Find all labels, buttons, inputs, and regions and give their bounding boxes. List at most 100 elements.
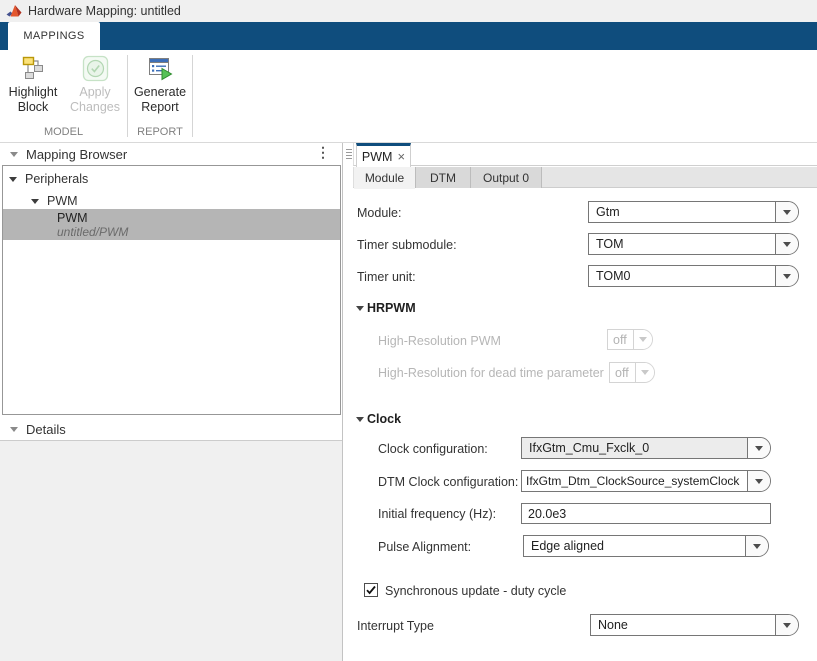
dropdown-arrow-icon[interactable] xyxy=(747,471,770,491)
pulse-alignment-dropdown[interactable]: Edge aligned xyxy=(523,535,769,557)
timer-unit-label: Timer unit: xyxy=(357,269,416,285)
clock-config-label: Clock configuration: xyxy=(378,441,488,457)
sync-update-checkbox[interactable] xyxy=(364,583,378,597)
hrpwm-section-header[interactable]: HRPWM xyxy=(356,300,416,316)
dropdown-arrow-icon[interactable] xyxy=(775,615,798,635)
document-tab-bar xyxy=(353,143,817,166)
tree-item-pwm-group-label: PWM xyxy=(47,194,78,208)
apply-changes-button[interactable]: Apply Changes xyxy=(66,55,124,127)
details-header: Details ⋮ xyxy=(0,418,342,440)
mapping-browser-panel: Mapping Browser ⋮ Peripherals PWM PWM un… xyxy=(0,143,343,661)
highlight-block-label-line1: Highlight xyxy=(4,85,62,100)
mapping-browser-header: Mapping Browser ⋮ xyxy=(0,143,342,165)
tab-output0-label: Output 0 xyxy=(483,171,529,185)
section-collapse-icon[interactable] xyxy=(356,417,364,422)
editor-panel: PWM × Module DTM Output 0 Module: Gtm Ti… xyxy=(353,143,817,661)
matlab-icon xyxy=(6,3,22,19)
clock-config-dropdown-value: IfxGtm_Cmu_Fxclk_0 xyxy=(522,438,747,458)
sync-update-label: Synchronous update - duty cycle xyxy=(385,583,566,599)
hr-dead-time-label: High-Resolution for dead time parameter xyxy=(378,365,604,381)
hardware-mapping-window: Hardware Mapping: untitled MAPPINGS High… xyxy=(0,0,817,661)
section-label-model: MODEL xyxy=(0,126,127,138)
tree-item-pwm-instance-name: PWM xyxy=(57,211,88,225)
tab-dtm-label: DTM xyxy=(430,171,456,185)
tree-item-pwm-group[interactable]: PWM xyxy=(3,192,340,210)
hr-pwm-label: High-Resolution PWM xyxy=(378,333,501,349)
module-label: Module: xyxy=(357,205,401,221)
hr-dead-time-dropdown: off xyxy=(609,362,655,383)
splitter-grip-icon[interactable] xyxy=(346,149,352,160)
dropdown-arrow-icon[interactable] xyxy=(775,202,798,222)
toolbar-divider xyxy=(127,55,128,137)
module-dropdown[interactable]: Gtm xyxy=(588,201,799,223)
hrpwm-section-title: HRPWM xyxy=(367,301,416,315)
highlight-block-label-line2: Block xyxy=(4,100,62,115)
timer-submodule-dropdown-value: TOM xyxy=(589,234,775,254)
interrupt-type-dropdown[interactable]: None xyxy=(590,614,799,636)
apply-changes-label-line2: Changes xyxy=(66,100,124,115)
timer-unit-dropdown[interactable]: TOM0 xyxy=(588,265,799,287)
section-label-report: REPORT xyxy=(128,126,192,138)
sub-tab-strip: Module DTM Output 0 xyxy=(353,167,817,188)
dropdown-arrow-icon xyxy=(635,363,654,382)
pulse-alignment-dropdown-value: Edge aligned xyxy=(524,536,745,556)
collapse-caret-icon[interactable] xyxy=(10,427,18,432)
tree-item-peripherals-label: Peripherals xyxy=(25,172,88,186)
timer-unit-dropdown-value: TOM0 xyxy=(589,266,775,286)
mapping-browser-tree: Peripherals PWM PWM untitled/PWM xyxy=(2,165,341,415)
tab-output0[interactable]: Output 0 xyxy=(470,167,542,188)
dropdown-arrow-icon[interactable] xyxy=(747,438,770,458)
module-dropdown-value: Gtm xyxy=(589,202,775,222)
tab-mappings[interactable]: MAPPINGS xyxy=(8,22,100,50)
title-bar: Hardware Mapping: untitled xyxy=(0,0,817,22)
dropdown-arrow-icon[interactable] xyxy=(775,234,798,254)
apply-changes-icon xyxy=(82,55,109,82)
generate-report-label-line1: Generate xyxy=(131,85,189,100)
close-icon[interactable]: × xyxy=(397,149,405,164)
section-collapse-icon[interactable] xyxy=(356,306,364,311)
tree-expand-icon[interactable] xyxy=(31,199,39,204)
dropdown-arrow-icon xyxy=(633,330,652,349)
highlight-block-icon xyxy=(20,55,47,82)
hr-pwm-dropdown-value: off xyxy=(608,330,633,349)
clock-section-title: Clock xyxy=(367,412,401,426)
tab-module-label: Module xyxy=(365,171,404,185)
tree-item-peripherals[interactable]: Peripherals xyxy=(3,170,340,188)
tree-item-pwm-instance[interactable]: PWM untitled/PWM xyxy=(3,209,340,240)
ribbon-tab-strip: MAPPINGS xyxy=(0,22,817,50)
dtm-clock-config-label: DTM Clock configuration: xyxy=(378,474,518,490)
interrupt-type-dropdown-value: None xyxy=(591,615,775,635)
generate-report-label-line2: Report xyxy=(131,100,189,115)
doc-tab-pwm[interactable]: PWM × xyxy=(356,143,411,167)
tree-item-pwm-instance-path: untitled/PWM xyxy=(57,225,128,239)
dropdown-arrow-icon[interactable] xyxy=(775,266,798,286)
generate-report-button[interactable]: Generate Report xyxy=(131,55,189,127)
apply-changes-label-line1: Apply xyxy=(66,85,124,100)
highlight-block-button[interactable]: Highlight Block xyxy=(4,55,62,127)
panel-splitter[interactable] xyxy=(344,143,353,661)
doc-tab-pwm-label: PWM xyxy=(362,150,393,164)
tab-module[interactable]: Module xyxy=(354,167,415,189)
tab-dtm[interactable]: DTM xyxy=(415,167,470,188)
interrupt-type-label: Interrupt Type xyxy=(357,618,434,634)
hr-dead-time-dropdown-value: off xyxy=(610,363,635,382)
generate-report-icon xyxy=(147,55,174,82)
toolbar-divider xyxy=(192,55,193,137)
mapping-browser-title: Mapping Browser xyxy=(26,147,127,162)
hr-pwm-dropdown: off xyxy=(607,329,653,350)
details-body xyxy=(0,440,342,661)
initial-frequency-label: Initial frequency (Hz): xyxy=(378,506,496,522)
timer-submodule-label: Timer submodule: xyxy=(357,237,457,253)
dropdown-arrow-icon[interactable] xyxy=(745,536,768,556)
dtm-clock-config-dropdown[interactable]: IfxGtm_Dtm_ClockSource_systemClock xyxy=(521,470,771,492)
clock-section-header[interactable]: Clock xyxy=(356,411,401,427)
dtm-clock-config-dropdown-value: IfxGtm_Dtm_ClockSource_systemClock xyxy=(522,471,747,491)
kebab-menu-icon[interactable]: ⋮ xyxy=(316,144,330,161)
clock-config-dropdown[interactable]: IfxGtm_Cmu_Fxclk_0 xyxy=(521,437,771,459)
details-title: Details xyxy=(26,422,66,437)
window-title: Hardware Mapping: untitled xyxy=(28,4,181,18)
timer-submodule-dropdown[interactable]: TOM xyxy=(588,233,799,255)
initial-frequency-input[interactable] xyxy=(521,503,771,524)
collapse-caret-icon[interactable] xyxy=(10,152,18,157)
tree-expand-icon[interactable] xyxy=(9,177,17,182)
